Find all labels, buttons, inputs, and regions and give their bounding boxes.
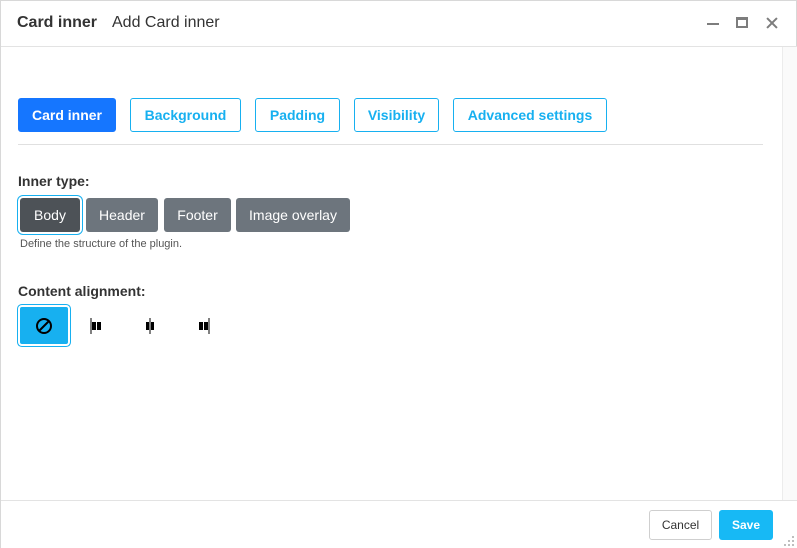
inner-type-image-overlay-button[interactable]: Image overlay <box>236 198 350 232</box>
alignment-none-button[interactable] <box>20 307 68 344</box>
inner-type-help-text: Define the structure of the plugin. <box>20 238 183 250</box>
modal-footer: Cancel Save <box>1 500 797 548</box>
minimize-icon[interactable] <box>705 15 721 31</box>
inner-type-header-button[interactable]: Header <box>86 198 158 232</box>
tab-advanced-settings[interactable]: Advanced settings <box>453 98 607 132</box>
scrollbar[interactable] <box>782 47 797 500</box>
tab-background[interactable]: Background <box>130 98 241 132</box>
close-icon[interactable] <box>764 15 780 31</box>
align-left-icon <box>90 317 101 334</box>
alignment-center-button[interactable] <box>126 307 174 344</box>
modal-title: Card inner <box>17 14 98 31</box>
inner-type-label: Inner type: <box>18 173 90 189</box>
inner-type-footer-button[interactable]: Footer <box>164 198 231 232</box>
no-alignment-icon <box>36 317 52 334</box>
alignment-left-button[interactable] <box>73 307 121 344</box>
align-center-icon <box>146 317 154 334</box>
inner-type-body-button[interactable]: Body <box>20 198 80 232</box>
tab-divider <box>18 144 763 145</box>
tab-visibility[interactable]: Visibility <box>354 98 439 132</box>
resize-grip-icon[interactable] <box>782 533 796 547</box>
align-right-icon <box>199 317 210 334</box>
tab-card-inner[interactable]: Card inner <box>18 98 116 132</box>
content-alignment-label: Content alignment: <box>18 283 146 299</box>
maximize-icon[interactable] <box>735 15 751 31</box>
alignment-right-button[interactable] <box>179 307 227 344</box>
tab-padding[interactable]: Padding <box>255 98 340 132</box>
save-button[interactable]: Save <box>719 510 773 540</box>
cancel-button[interactable]: Cancel <box>649 510 712 540</box>
modal-titlebar: Card inner Add Card inner <box>1 1 797 47</box>
plugin-modal: Card inner Add Card inner Card inner Bac… <box>0 0 797 548</box>
modal-subtitle: Add Card inner <box>112 14 220 31</box>
